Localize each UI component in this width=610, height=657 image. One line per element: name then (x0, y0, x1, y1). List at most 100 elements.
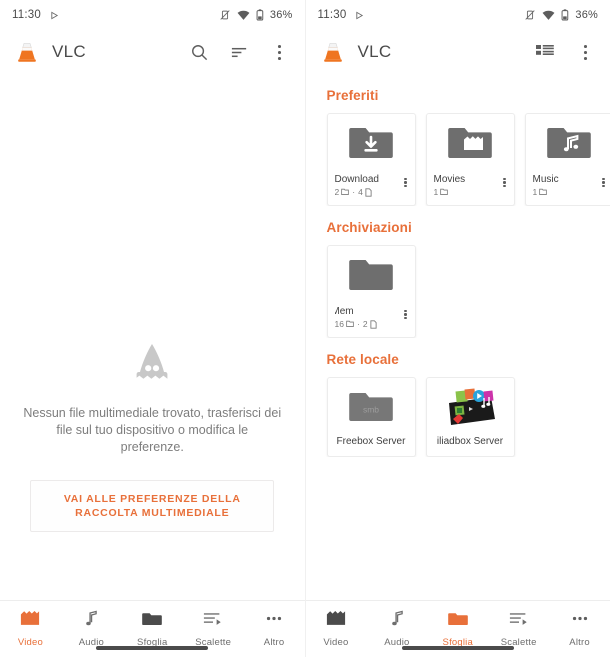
nav-label-altro: Altro (263, 637, 285, 648)
nav-item-altro[interactable]: Altro (549, 610, 610, 648)
app-brand: VLC (14, 39, 86, 65)
folder-card-music[interactable]: Music 1 (524, 113, 610, 206)
more-vertical-icon[interactable] (269, 41, 291, 63)
music-note-icon (388, 610, 406, 632)
main-content-browse: Preferiti Download 2 · 4 Movies 1 Music … (306, 74, 610, 600)
network-card-title: iliadbox Server (436, 436, 504, 447)
nav-item-video[interactable]: Video (0, 610, 61, 648)
folder-music-icon (526, 114, 610, 171)
search-icon[interactable] (189, 41, 211, 63)
play-triangle-icon (50, 11, 59, 20)
folder-icon (142, 610, 163, 632)
card-overflow-menu-button[interactable] (399, 305, 413, 320)
right-phone-screen: 11:30 36% VLC Preferiti Download 2 · 4 M… (304, 0, 610, 657)
go-to-media-library-preferences-button[interactable]: VAI ALLE PREFERENZE DELLA RACCOLTA MULTI… (30, 480, 275, 532)
more-vertical-icon[interactable] (574, 41, 596, 63)
section-title-archiviazioni: Archiviazioni (326, 220, 412, 235)
card-subtitle: 1 (434, 186, 498, 198)
card-title-marquee: na Mem (335, 305, 399, 318)
status-time: 11:30 (317, 9, 347, 21)
vibrate-off-icon (219, 9, 231, 21)
nav-item-video[interactable]: Video (306, 610, 367, 648)
app-brand: VLC (320, 39, 392, 65)
status-bar: 11:30 36% (306, 0, 610, 30)
media-server-thumbnail (427, 378, 514, 436)
file-count-icon (365, 187, 372, 197)
card-title: Movies (433, 174, 466, 185)
card-overflow-menu-button[interactable] (597, 173, 610, 188)
folder-movies-icon (427, 114, 514, 171)
app-bar: VLC (0, 30, 305, 74)
folder-count-icon (440, 188, 448, 195)
left-phone-screen: 11:30 36% VLC Nessun file multimediale t… (0, 0, 305, 657)
battery-icon (256, 9, 264, 21)
storage-card-internal-memory[interactable]: na Mem 16 · 2 (326, 245, 416, 338)
more-horizontal-icon (570, 610, 590, 632)
video-clapper-icon (20, 610, 40, 632)
nav-label-video: Video (17, 637, 44, 648)
smb-folder-icon: smb (328, 378, 415, 436)
card-meta: na Mem 16 · 2 (328, 303, 415, 337)
status-bar-right: 36% (524, 9, 598, 21)
card-title: Music (532, 174, 559, 185)
nav-label-video: Video (323, 637, 349, 648)
card-texts: Movies 1 (434, 173, 498, 198)
count-separator: · (352, 187, 356, 197)
app-title: VLC (357, 42, 392, 61)
battery-percent: 36% (575, 9, 598, 21)
card-meta: Download 2 · 4 (328, 171, 415, 205)
network-card-title: Freebox Server (336, 436, 406, 447)
vlc-cone-logo (14, 39, 40, 65)
wifi-icon (542, 10, 555, 21)
status-bar-left: 11:30 (318, 9, 365, 21)
app-bar: VLC (306, 30, 610, 74)
vlc-cone-logo (320, 39, 346, 65)
nav-item-audio[interactable]: Audio (366, 610, 427, 648)
nav-item-sfoglia[interactable]: Sfoglia (427, 610, 488, 648)
status-bar-right: 36% (219, 9, 293, 21)
nav-item-scalette[interactable]: Scalette (183, 610, 244, 648)
card-subtitle: 1 (533, 186, 597, 198)
folder-count: 16 (334, 319, 344, 329)
card-texts: Download 2 · 4 (335, 173, 399, 198)
folder-count-icon (341, 188, 349, 195)
count-separator: · (356, 319, 360, 329)
app-bar-actions (189, 41, 291, 63)
folder-card-download[interactable]: Download 2 · 4 (326, 113, 416, 206)
folder-card-movies[interactable]: Movies 1 (425, 113, 515, 206)
card-row-preferiti: Download 2 · 4 Movies 1 Music 1 (306, 113, 610, 206)
card-overflow-menu-button[interactable] (399, 173, 413, 188)
folder-count: 2 (334, 187, 340, 197)
gesture-home-bar[interactable] (401, 646, 514, 650)
network-card-freebox-server[interactable]: smb Freebox Server (326, 377, 416, 457)
gesture-home-bar[interactable] (96, 646, 209, 650)
card-meta: Music 1 (526, 171, 610, 205)
music-note-icon (82, 610, 100, 632)
svg-text:smb: smb (363, 405, 379, 415)
battery-percent: 36% (269, 9, 293, 21)
file-count: 2 (362, 319, 368, 329)
sort-icon[interactable] (229, 41, 251, 63)
folder-count: 1 (433, 187, 439, 197)
card-overflow-menu-button[interactable] (498, 173, 512, 188)
card-row-archiviazioni: na Mem 16 · 2 (306, 245, 610, 338)
nav-item-scalette[interactable]: Scalette (488, 610, 549, 648)
folder-download-icon (328, 114, 415, 171)
app-bar-actions (534, 41, 596, 63)
folder-icon (447, 610, 468, 632)
card-subtitle: 2 · 4 (335, 186, 399, 198)
network-card-iliadbox-server[interactable]: iliadbox Server (425, 377, 515, 457)
file-count-icon (369, 319, 377, 329)
nav-item-audio[interactable]: Audio (61, 610, 122, 648)
empty-state: Nessun file multimediale trovato, trasfe… (0, 342, 305, 532)
video-clapper-icon (326, 610, 346, 632)
grid-view-icon[interactable] (534, 41, 556, 63)
section-title-rete-locale: Rete locale (326, 352, 399, 367)
more-horizontal-icon (264, 610, 284, 632)
folder-icon (328, 246, 415, 303)
nav-item-altro[interactable]: Altro (244, 610, 305, 648)
main-content-empty: Nessun file multimediale trovato, trasfe… (0, 74, 305, 600)
playlist-icon (203, 610, 223, 632)
nav-item-sfoglia[interactable]: Sfoglia (122, 610, 183, 648)
card-title: na Mem (335, 306, 354, 317)
